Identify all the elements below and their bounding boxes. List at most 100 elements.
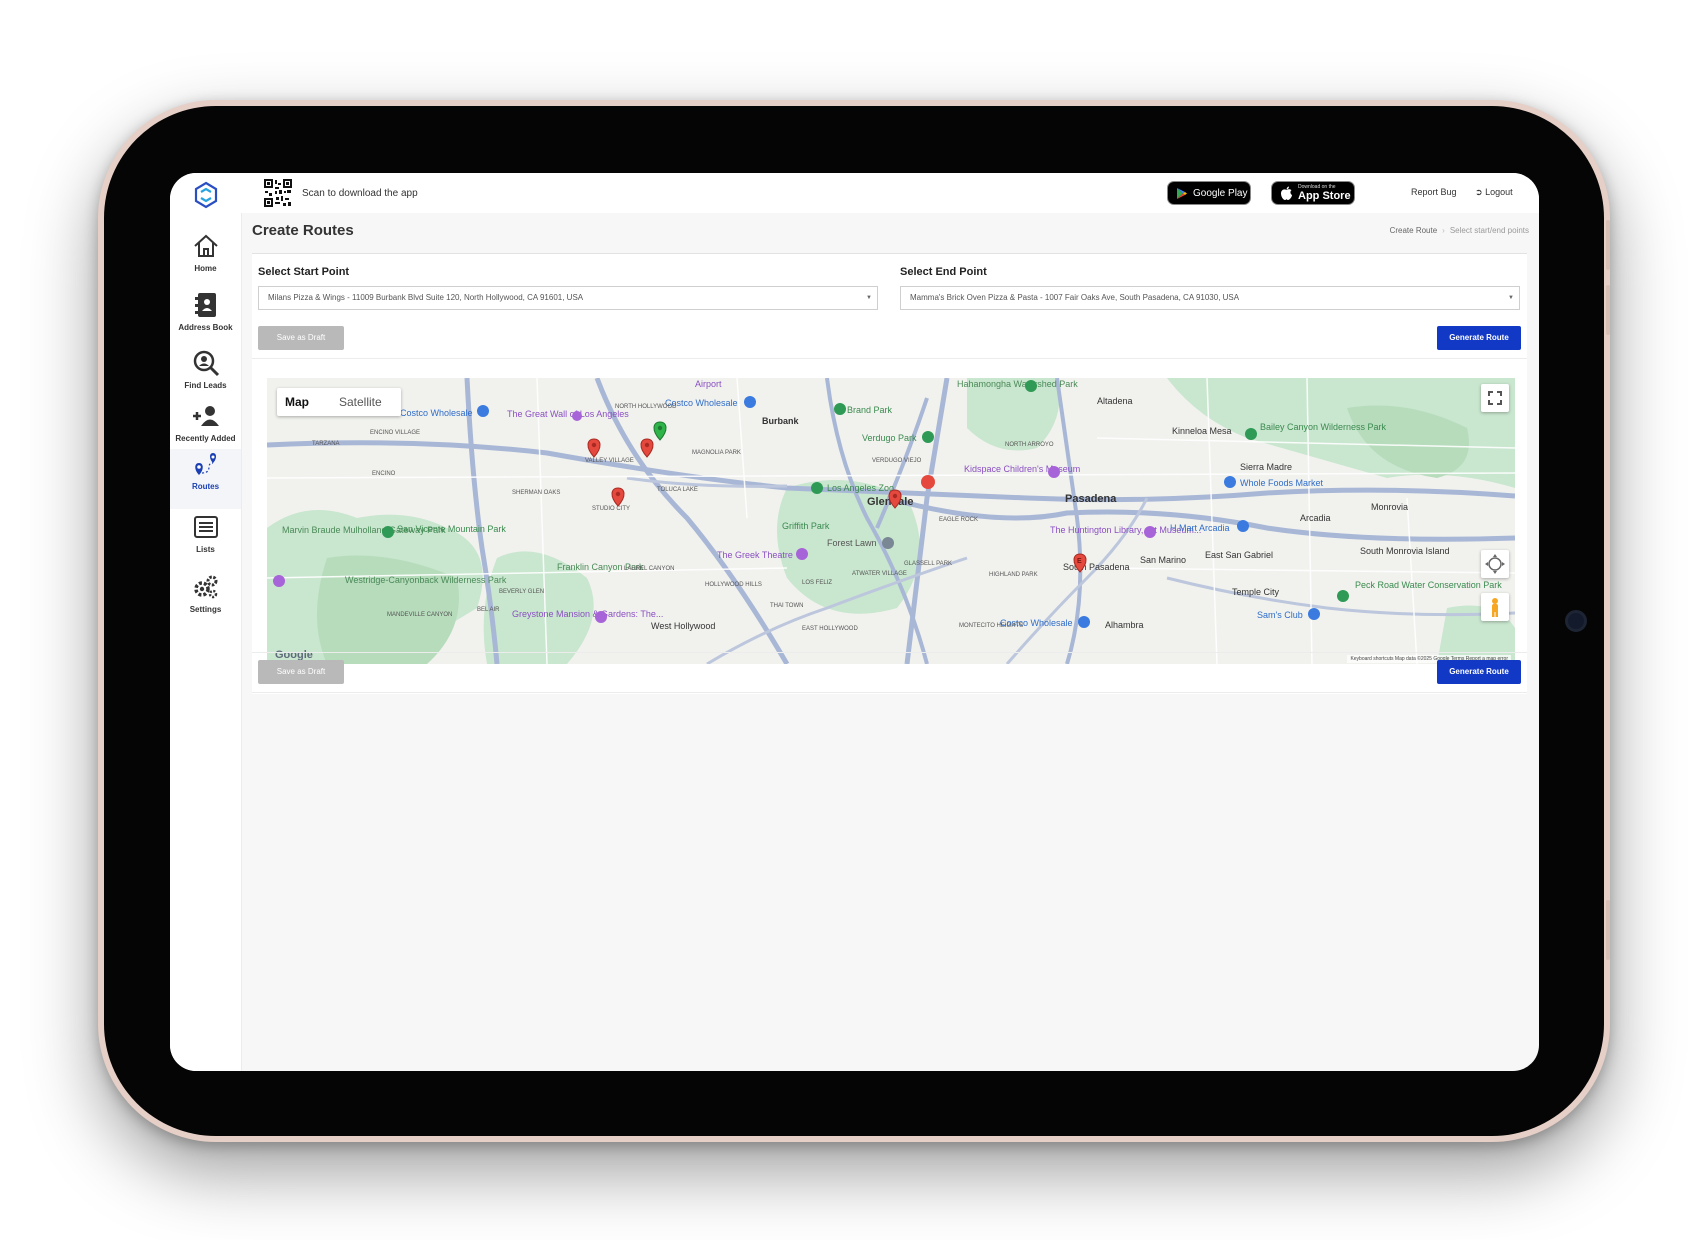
page-title: Create Routes (252, 222, 354, 239)
sidebar-item-routes[interactable]: Routes (170, 449, 241, 509)
screen: Home Address Book Find Leads Recently Ad… (170, 173, 1539, 1071)
end-marker-letter: E (1077, 558, 1082, 565)
map-label: LOS FELIZ (802, 580, 832, 586)
divider (252, 652, 1527, 653)
sidebar-item-label: Home (194, 264, 217, 273)
divider (252, 358, 1527, 359)
street-view-button[interactable] (1481, 593, 1509, 621)
map-label: NORTH ARROYO (1005, 442, 1054, 448)
camera-control-button[interactable] (1481, 550, 1509, 578)
google-play-label: Google Play (1193, 188, 1248, 199)
map-label: NORTH HOLLYWOOD (615, 404, 677, 410)
map-label: THAI TOWN (770, 603, 803, 609)
sidebar-item-label: Settings (189, 605, 222, 614)
apple-icon (1281, 186, 1292, 200)
pegman-icon (1492, 598, 1498, 617)
map-label: VERDUGO VIEJO (872, 458, 922, 464)
sidebar-item-address-book[interactable]: Address Book (170, 290, 241, 348)
list-icon (193, 516, 218, 538)
map-label: TOLUCA LAKE (657, 487, 698, 493)
sidebar-item-label: Lists (196, 545, 215, 554)
google-play-icon (1177, 188, 1187, 199)
map-label: Temple City (1232, 587, 1280, 597)
map-label: STUDIO CITY (592, 506, 630, 512)
map-label: BEVERLY GLEN (499, 589, 544, 595)
app-store-label: App Store (1298, 190, 1351, 202)
map-label: Altadena (1097, 396, 1133, 406)
map-label: Whole Foods Market (1240, 478, 1324, 488)
map-type-map[interactable]: Map (285, 395, 309, 409)
sidebar-item-home[interactable]: Home (170, 231, 241, 289)
map-label: BEL AIR (477, 607, 500, 613)
map-label: Griffith Park (782, 521, 830, 531)
map-label: Peck Road Water Conservation Park (1355, 580, 1502, 590)
breadcrumb: Create Route › Select start/end points (1390, 226, 1529, 235)
fullscreen-icon (1488, 391, 1502, 405)
save-draft-button-bottom[interactable]: Save as Draft (258, 660, 344, 684)
map-canvas: Airport Costco Wholesale Burbank Hahamon… (267, 378, 1515, 664)
breadcrumb-separator: › (1442, 226, 1445, 235)
map-view[interactable]: Airport Costco Wholesale Burbank Hahamon… (267, 378, 1515, 664)
volume-up-button (1606, 220, 1610, 270)
logout-icon: ➲ (1475, 187, 1483, 197)
start-point-label: Select Start Point (258, 266, 350, 278)
pan-arrows-icon (1485, 554, 1505, 574)
map-label: HOLLYWOOD HILLS (705, 582, 762, 588)
sidebar-item-label: Recently Added (175, 434, 236, 443)
sidebar-item-lists[interactable]: Lists (170, 512, 241, 570)
report-bug-link[interactable]: Report Bug (1411, 187, 1457, 197)
sidebar-item-label: Find Leads (184, 381, 227, 390)
generate-route-button-bottom[interactable]: Generate Route (1437, 660, 1521, 684)
map-label: Westridge-Canyonback Wilderness Park (345, 575, 507, 585)
google-play-button[interactable]: Google Play (1167, 181, 1251, 205)
map-label: MANDEVILLE CANYON (387, 612, 452, 618)
sidebar-item-label: Address Book (178, 323, 233, 332)
gears-icon (193, 575, 217, 599)
map-label: Burbank (762, 416, 800, 426)
map-type-control: Map Satellite (277, 388, 401, 416)
map-label: Sierra Madre (1240, 462, 1292, 472)
divider (252, 692, 1527, 693)
sidebar-item-settings[interactable]: Settings (170, 572, 241, 630)
volume-down-button (1606, 285, 1610, 335)
map-label: Kidspace Children's Museum (964, 464, 1080, 474)
chevron-down-icon: ▼ (866, 295, 872, 301)
logout-label: Logout (1485, 187, 1513, 197)
breadcrumb-create-route[interactable]: Create Route (1390, 226, 1438, 235)
app-store-button[interactable]: Download on the App Store (1271, 181, 1355, 205)
map-label: Verdugo Park (862, 433, 917, 443)
map-label: South Monrovia Island (1360, 546, 1450, 556)
scan-download-text: Scan to download the app (302, 188, 418, 199)
add-user-icon (192, 406, 219, 426)
map-label: South Pasadena (1063, 562, 1130, 572)
qr-code-icon (263, 178, 293, 208)
power-button (1606, 900, 1610, 960)
map-label: Sam's Club (1257, 610, 1303, 620)
map-label: Alhambra (1105, 620, 1144, 630)
map-label: Greystone Mansion & Gardens: The... (512, 609, 663, 619)
app-logo-icon[interactable] (192, 181, 220, 209)
logout-link[interactable]: ➲ Logout (1475, 187, 1513, 198)
home-icon (193, 234, 218, 257)
map-label: Costco Wholesale (400, 408, 473, 418)
map-label: GLASSELL PARK (904, 561, 952, 567)
sidebar-item-find-leads[interactable]: Find Leads (170, 348, 241, 406)
generate-route-button-top[interactable]: Generate Route (1437, 326, 1521, 350)
map-label: TARZANA (312, 441, 340, 447)
sidebar: Home Address Book Find Leads Recently Ad… (170, 173, 242, 1071)
map-label: VALLEY VILLAGE (585, 458, 634, 464)
chevron-down-icon: ▼ (1508, 295, 1514, 301)
save-draft-button-top[interactable]: Save as Draft (258, 326, 344, 350)
map-label: Bailey Canyon Wilderness Park (1260, 422, 1387, 432)
map-label: San Marino (1140, 555, 1186, 565)
map-label: Monrovia (1371, 502, 1408, 512)
map-label: ATWATER VILLAGE (852, 571, 907, 577)
breadcrumb-current: Select start/end points (1449, 226, 1529, 235)
map-label: Forest Lawn (827, 538, 877, 548)
start-point-select[interactable]: Milans Pizza & Wings - 11009 Burbank Blv… (258, 286, 878, 310)
end-point-value: Mamma's Brick Oven Pizza & Pasta - 1007 … (910, 293, 1240, 302)
end-point-select[interactable]: Mamma's Brick Oven Pizza & Pasta - 1007 … (900, 286, 1520, 310)
fullscreen-button[interactable] (1481, 384, 1509, 412)
map-type-satellite[interactable]: Satellite (339, 395, 382, 409)
map-label: SHERMAN OAKS (512, 490, 560, 496)
